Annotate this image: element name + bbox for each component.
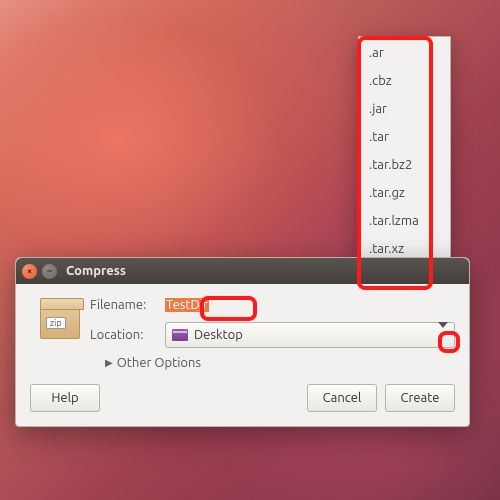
format-option[interactable]: .tar.bz2 — [359, 151, 450, 179]
compress-dialog: × – Compress zip Filename: TestDir — [15, 257, 470, 427]
format-option[interactable]: .cbz — [359, 67, 450, 95]
location-chooser[interactable]: Desktop — [165, 322, 455, 348]
format-option[interactable]: .tar.lzma — [359, 207, 450, 235]
archive-icon: zip — [30, 299, 90, 347]
button-bar: Help Cancel Create — [30, 380, 455, 412]
format-option[interactable]: .ar — [359, 39, 450, 67]
format-option[interactable]: .tar — [359, 123, 450, 151]
titlebar[interactable]: × – Compress — [16, 258, 469, 284]
minimize-icon[interactable]: – — [42, 264, 57, 279]
location-label: Location: — [90, 328, 165, 342]
disclosure-triangle-icon: ▶ — [105, 357, 113, 369]
format-option[interactable]: .tar.gz — [359, 179, 450, 207]
cancel-button[interactable]: Cancel — [307, 384, 377, 412]
window-title: Compress — [66, 264, 126, 278]
dialog-body: zip Filename: TestDir Location: — [16, 284, 469, 426]
other-options-toggle[interactable]: ▶ Other Options — [105, 356, 455, 370]
desktop-icon — [172, 329, 188, 341]
filename-value: TestDir — [165, 298, 209, 312]
archive-icon-label: zip — [46, 317, 66, 329]
format-dropdown-list[interactable]: .ar.cbz.jar.tar.tar.bz2.tar.gz.tar.lzma.… — [358, 36, 451, 294]
create-button[interactable]: Create — [385, 384, 455, 412]
close-icon[interactable]: × — [22, 264, 37, 279]
help-button[interactable]: Help — [30, 384, 100, 412]
format-option[interactable]: .jar — [359, 95, 450, 123]
other-options-label: Other Options — [117, 356, 201, 370]
chevron-down-icon — [438, 328, 448, 342]
filename-label: Filename: — [90, 298, 165, 312]
filename-input[interactable]: TestDir — [165, 298, 209, 312]
location-value: Desktop — [194, 328, 243, 342]
